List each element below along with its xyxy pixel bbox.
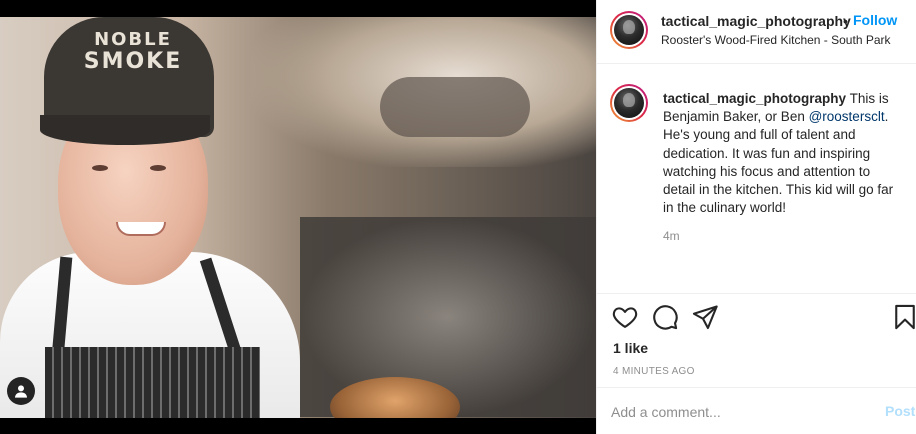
- comment-box: Post: [597, 387, 916, 434]
- location-link[interactable]: Rooster's Wood-Fired Kitchen - South Par…: [661, 33, 891, 47]
- caption-timestamp[interactable]: 4m: [663, 229, 680, 243]
- caption-body-end: . He's young and full of talent and dedi…: [663, 109, 894, 216]
- post-header: tactical_magic_photography • Follow Roos…: [597, 0, 916, 64]
- apron: [45, 347, 260, 418]
- like-count[interactable]: 1 like: [613, 340, 648, 356]
- cap-logo-text: NOBLE SMOKE: [83, 29, 183, 74]
- bookmark-icon: [895, 304, 915, 330]
- post-photo[interactable]: NOBLE SMOKE: [0, 0, 596, 434]
- caption-section: tactical_magic_photography This is Benja…: [597, 64, 916, 294]
- caption-mention-link[interactable]: @roostersclt: [809, 109, 885, 124]
- like-button[interactable]: [611, 303, 639, 331]
- post-comment-button[interactable]: Post: [885, 403, 915, 419]
- follow-separator: •: [843, 13, 848, 29]
- heart-icon: [612, 307, 638, 328]
- author-username[interactable]: tactical_magic_photography: [661, 13, 851, 29]
- caption-author-avatar[interactable]: [610, 84, 648, 122]
- caption-username[interactable]: tactical_magic_photography: [663, 91, 846, 106]
- comment-icon: [653, 305, 678, 330]
- comment-input[interactable]: [611, 401, 861, 423]
- share-icon: [692, 305, 718, 330]
- person-icon: [15, 385, 27, 398]
- follow-button[interactable]: Follow: [853, 12, 897, 28]
- caption-text: tactical_magic_photography This is Benja…: [663, 90, 901, 217]
- photo-image: NOBLE SMOKE: [0, 17, 596, 418]
- share-button[interactable]: [691, 303, 719, 331]
- author-avatar[interactable]: [610, 11, 648, 49]
- user-tags-button[interactable]: [7, 377, 35, 405]
- action-bar: [597, 294, 916, 338]
- comment-button[interactable]: [651, 303, 679, 331]
- save-button[interactable]: [891, 303, 916, 331]
- post-sidebar: tactical_magic_photography • Follow Roos…: [596, 0, 916, 434]
- post-timestamp[interactable]: 4 MINUTES AGO: [613, 366, 695, 377]
